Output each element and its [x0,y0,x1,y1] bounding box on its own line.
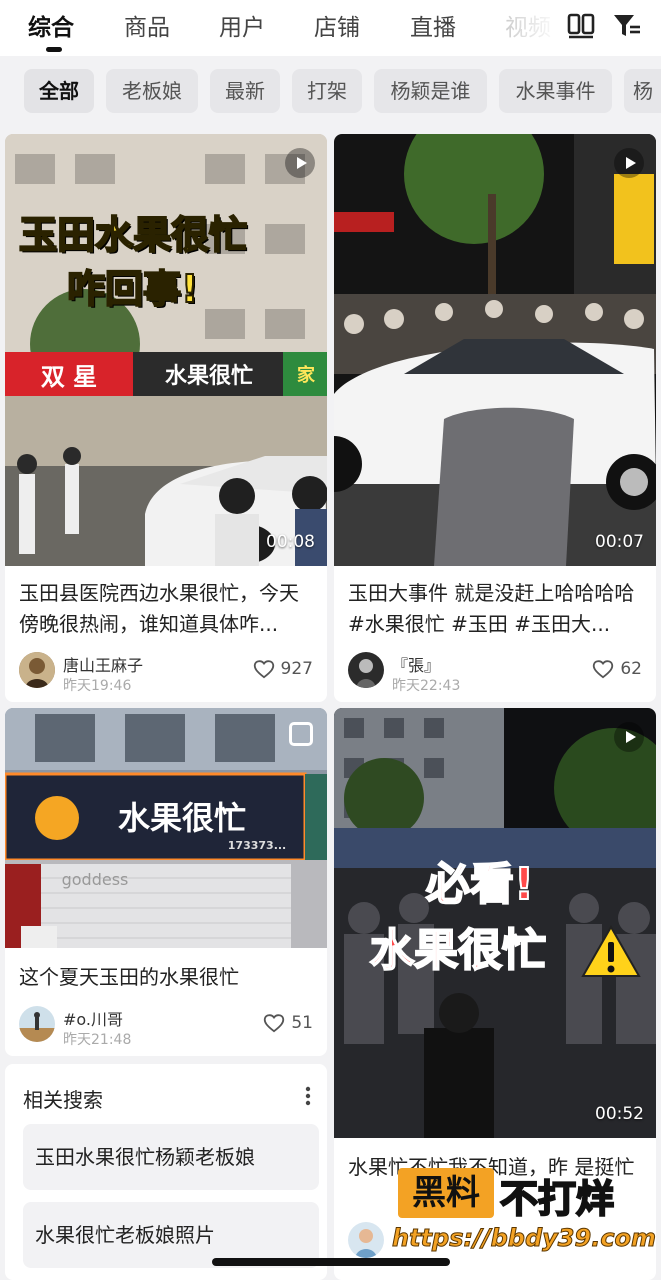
search-tab-bar: 综合 商品 用户 店铺 直播 视频 [0,0,661,56]
shop-sign: 家 [297,365,315,386]
avatar[interactable] [348,652,384,688]
author-name[interactable]: 唐山王麻子 [63,652,143,676]
related-search-item[interactable]: 玉田水果很忙杨颖老板娘 [23,1124,319,1190]
video-thumbnail: 双 星 水果很忙 家 玉田水果很忙 咋回事! 00:08 [5,134,327,566]
avatar-image [19,1006,55,1042]
card-title: 玉田县医院西边水果很忙，今天傍晚很热闹，谁知道具体咋... [19,581,299,636]
avatar[interactable] [348,1222,384,1258]
keyword-chip-row: 全部 老板娘 最新 打架 杨颖是谁 水果事件 杨 [0,56,661,122]
street-scene-image [5,134,327,566]
video-card[interactable]: 00:07 玉田大事件 就是没赶上哈哈哈哈#水果很忙 #玉田 #玉田大... 『… [334,134,656,702]
chip-latest[interactable]: 最新 [210,69,280,113]
like-button[interactable]: 62 [592,659,642,679]
play-icon [614,722,644,752]
video-duration: 00:08 [266,532,315,552]
post-time: 昨天19:46 [63,678,132,694]
author-name[interactable]: 『張』 [392,652,440,676]
video-card[interactable]: 双 星 水果很忙 家 玉田水果很忙 咋回事! 00:08 玉田县医院西边水果很忙… [5,134,327,702]
video-duration: 00:52 [595,1104,644,1124]
tab-live[interactable]: 直播 [410,8,456,42]
avatar[interactable] [19,1006,55,1042]
related-search-panel: 相关搜索 玉田水果很忙杨颖老板娘 水果很忙老板娘照片 [5,1064,327,1280]
overlay-title-line1: 玉田水果很忙 [18,212,248,258]
chip-all[interactable]: 全部 [24,69,94,113]
watermark-text: 不打烊 [499,1176,615,1222]
chip-boss-lady[interactable]: 老板娘 [106,69,198,113]
shop-sign: 水果很忙 [117,799,246,837]
watermark-url: https://bbdy39.com [391,1224,657,1253]
heart-icon [593,660,614,679]
chip-who-is-yangying[interactable]: 杨颖是谁 [374,69,487,113]
overlay-title-line1: 必看! [425,858,535,911]
tab-fade [500,0,560,56]
overlay-title-line2: 水果很忙 [369,924,547,977]
avatar[interactable] [19,652,55,688]
video-thumbnail: 00:07 [334,134,656,566]
album-card[interactable]: 水果很忙 173373... goddess 这个夏天玉田的水果很忙 #o.川哥… [5,708,327,1056]
tab-all[interactable]: 综合 [28,8,74,42]
post-time: 昨天22:43 [392,678,461,694]
video-duration: 00:07 [595,532,644,552]
like-button[interactable]: 927 [253,659,313,679]
double-column-layout-icon[interactable] [566,10,596,40]
avatar-image [19,652,55,688]
overlay-title-line2: 咋回事! [66,266,199,312]
shop-sign: 水果很忙 [164,364,253,389]
home-indicator[interactable] [212,1258,450,1266]
warning-icon [581,924,641,977]
chip-fight[interactable]: 打架 [292,69,362,113]
like-count: 62 [620,659,642,679]
tab-users[interactable]: 用户 [219,8,265,42]
author-name[interactable]: #o.川哥 [63,1006,123,1030]
card-title: 玉田大事件 就是没赶上哈哈哈哈#水果很忙 #玉田 #玉田大... [348,581,635,636]
chip-fruit-incident[interactable]: 水果事件 [499,69,612,113]
night-crowd-image [334,134,656,566]
album-thumbnail: 水果很忙 173373... goddess [5,708,327,948]
avatar-image [348,1222,384,1258]
like-button[interactable]: 51 [263,1013,313,1033]
shop-phone: 173373... [227,838,287,852]
heart-icon [253,660,274,679]
watermark-logo-box: 黑料 [398,1168,494,1218]
tab-products[interactable]: 商品 [124,8,170,42]
like-count: 927 [280,659,313,679]
shop-sign: 双 星 [40,362,98,391]
chip-partial[interactable]: 杨 [624,69,661,113]
play-icon [285,148,315,178]
tab-shops[interactable]: 店铺 [314,8,360,42]
heart-icon [264,1014,285,1033]
more-options-icon[interactable] [305,1086,311,1106]
shutter-text: goddess [61,869,129,889]
video-thumbnail: 必看! 水果很忙 00:52 [334,708,656,1138]
play-icon [614,148,644,178]
active-tab-indicator [46,47,62,52]
album-icon [289,722,313,746]
related-search-title: 相关搜索 [23,1088,103,1112]
like-count: 51 [291,1013,313,1033]
filter-icon[interactable] [612,10,642,40]
post-time: 昨天21:48 [63,1032,132,1048]
avatar-image [348,652,384,688]
card-title: 这个夏天玉田的水果很忙 [19,965,239,989]
